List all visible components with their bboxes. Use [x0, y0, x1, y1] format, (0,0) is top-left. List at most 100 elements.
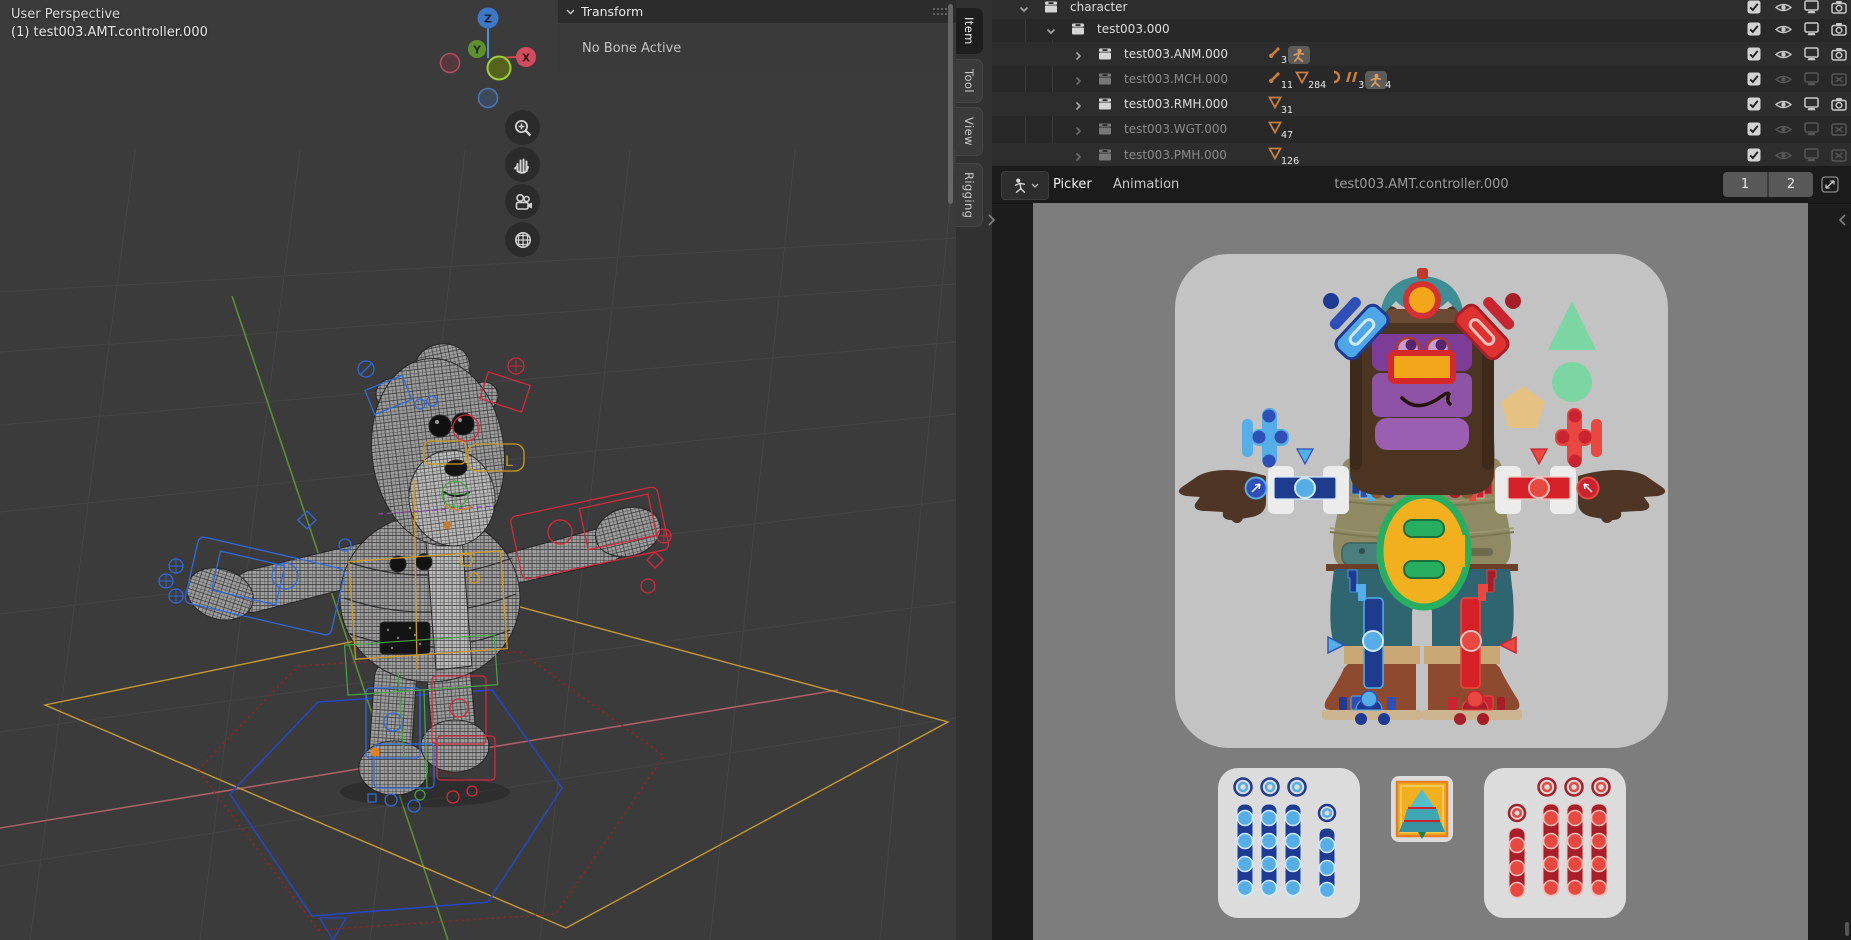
gizmo-neg-y [488, 57, 511, 80]
viewport-mode-label: User Perspective [11, 7, 120, 22]
outliner-row-test003.000[interactable]: test003.000 [992, 17, 1851, 41]
panel-drag-grip-icon[interactable] [932, 7, 948, 16]
eye-toggle-icon[interactable] [1774, 70, 1792, 88]
curve-icon [1327, 69, 1343, 89]
page-2-button[interactable]: 2 [1767, 172, 1813, 197]
transform-panel-title: Transform [581, 4, 643, 19]
svg-text:Z: Z [484, 13, 492, 26]
viewport-3d[interactable]: L [0, 0, 956, 940]
nav-gizmo[interactable]: Z Y X [441, 8, 537, 108]
pan-hand-icon[interactable] [505, 147, 540, 182]
camera-toggle-icon[interactable] [1830, 70, 1848, 88]
picker-page-buttons: 1 2 [1723, 172, 1813, 197]
disclosure-right-icon[interactable] [1072, 148, 1086, 162]
camera-toggle-icon[interactable] [1830, 146, 1848, 164]
eye-toggle-icon[interactable] [1774, 146, 1792, 164]
outliner-row-test003.ANM.000[interactable]: test003.ANM.0003 [992, 42, 1851, 66]
check-toggle-icon[interactable] [1745, 146, 1763, 164]
eye-toggle-icon[interactable] [1774, 20, 1792, 38]
transform-panel-body: No Bone Active [558, 23, 956, 73]
camera-toggle-icon[interactable] [1830, 120, 1848, 138]
transform-panel-header[interactable]: Transform [558, 0, 956, 23]
fullscreen-icon[interactable] [1816, 172, 1844, 197]
disclosure-down-icon[interactable] [1045, 22, 1059, 36]
outliner-item-label: test003.RMH.000 [1124, 97, 1228, 111]
screen-toggle-icon[interactable] [1802, 45, 1820, 63]
page-1-button[interactable]: 1 [1723, 172, 1767, 197]
eye-toggle-icon[interactable] [1774, 0, 1792, 16]
belly-control[interactable] [1380, 495, 1468, 607]
eye-toggle-icon[interactable] [1774, 45, 1792, 63]
disclosure-right-icon[interactable] [1072, 72, 1086, 86]
left-leg-control[interactable] [1363, 598, 1383, 688]
svg-text:X: X [522, 53, 530, 65]
transform-panel: Transform No Bone Active [558, 0, 956, 73]
screen-toggle-icon[interactable] [1802, 146, 1820, 164]
outliner-row-test003.PMH.000[interactable]: test003.PMH.000126 [992, 143, 1851, 166]
grid-view-icon[interactable] [505, 222, 540, 257]
camera-toggle-icon[interactable] [1830, 20, 1848, 38]
tree-toggle[interactable] [1391, 776, 1453, 842]
check-toggle-icon[interactable] [1745, 45, 1763, 63]
chevron-down-icon [566, 9, 575, 15]
region-expand-right-icon[interactable] [1838, 212, 1848, 228]
disclosure-right-icon[interactable] [1072, 97, 1086, 111]
gizmo-neg-x [441, 54, 460, 73]
camera-toggle-icon[interactable] [1830, 0, 1848, 16]
camera-view-icon[interactable] [505, 184, 540, 219]
check-toggle-icon[interactable] [1745, 70, 1763, 88]
data-badges: 47 [1267, 119, 1293, 139]
outliner-item-label: test003.WGT.000 [1124, 122, 1227, 136]
camera-toggle-icon[interactable] [1830, 95, 1848, 113]
rig-dropdown-icon[interactable] [1001, 171, 1049, 200]
zoom-icon[interactable] [505, 110, 540, 145]
check-toggle-icon[interactable] [1745, 95, 1763, 113]
gizmo-neg-z [479, 89, 498, 108]
armature-icon [1288, 46, 1310, 64]
check-toggle-icon[interactable] [1745, 120, 1763, 138]
armature-icon [1365, 71, 1387, 89]
right-finger-panel[interactable] [1484, 768, 1626, 918]
picker-canvas[interactable] [1033, 203, 1808, 940]
rig-floor-controls[interactable] [45, 607, 948, 940]
picker-scrollbar[interactable] [1845, 922, 1849, 936]
region-expand-left-icon[interactable] [986, 212, 996, 228]
camera-toggle-icon[interactable] [1830, 45, 1848, 63]
collection-icon [1097, 96, 1113, 112]
screen-toggle-icon[interactable] [1802, 70, 1820, 88]
disclosure-right-icon[interactable] [1072, 47, 1086, 61]
sidebar-scrollbar[interactable] [948, 4, 953, 204]
outliner-item-label: test003.PMH.000 [1124, 148, 1227, 162]
armature-icon [1365, 71, 1387, 89]
check-toggle-icon[interactable] [1745, 0, 1763, 16]
data-badges: 31 [1267, 94, 1293, 114]
outliner-item-label: character [1070, 0, 1127, 14]
left-finger-panel[interactable] [1218, 768, 1360, 918]
outliner-item-label: test003.ANM.000 [1124, 47, 1228, 61]
character-picker[interactable] [1033, 203, 1808, 940]
viewport-scene[interactable]: L [0, 0, 956, 940]
disclosure-down-icon[interactable] [1018, 0, 1032, 14]
tab-picker[interactable]: Picker [1053, 166, 1092, 203]
outliner-row-test003.MCH.000[interactable]: test003.MCH.0001128434 [992, 67, 1851, 91]
outliner: charactertest003.000test003.ANM.0003test… [992, 0, 1851, 166]
eye-toggle-icon[interactable] [1774, 95, 1792, 113]
screen-toggle-icon[interactable] [1802, 95, 1820, 113]
screen-toggle-icon[interactable] [1802, 20, 1820, 38]
outliner-row-test003.RMH.000[interactable]: test003.RMH.000 31 [992, 92, 1851, 116]
disclosure-right-icon[interactable] [1072, 122, 1086, 136]
svg-text:Y: Y [472, 45, 481, 57]
screen-toggle-icon[interactable] [1802, 120, 1820, 138]
sidebar-tab-tool[interactable]: Tool [956, 59, 983, 103]
outliner-row-test003.WGT.000[interactable]: test003.WGT.000 47 [992, 117, 1851, 141]
screen-toggle-icon[interactable] [1802, 0, 1820, 16]
outliner-item-label: test003.000 [1097, 22, 1170, 36]
right-leg-control[interactable] [1461, 598, 1481, 688]
sidebar-tab-view[interactable]: View [956, 107, 983, 156]
check-toggle-icon[interactable] [1745, 20, 1763, 38]
tab-animation[interactable]: Animation [1113, 166, 1179, 203]
character-mesh[interactable] [180, 339, 666, 807]
sidebar-tab-item[interactable]: Item [956, 8, 983, 54]
eye-toggle-icon[interactable] [1774, 120, 1792, 138]
sidebar-tab-rigging[interactable]: Rigging [956, 163, 983, 227]
